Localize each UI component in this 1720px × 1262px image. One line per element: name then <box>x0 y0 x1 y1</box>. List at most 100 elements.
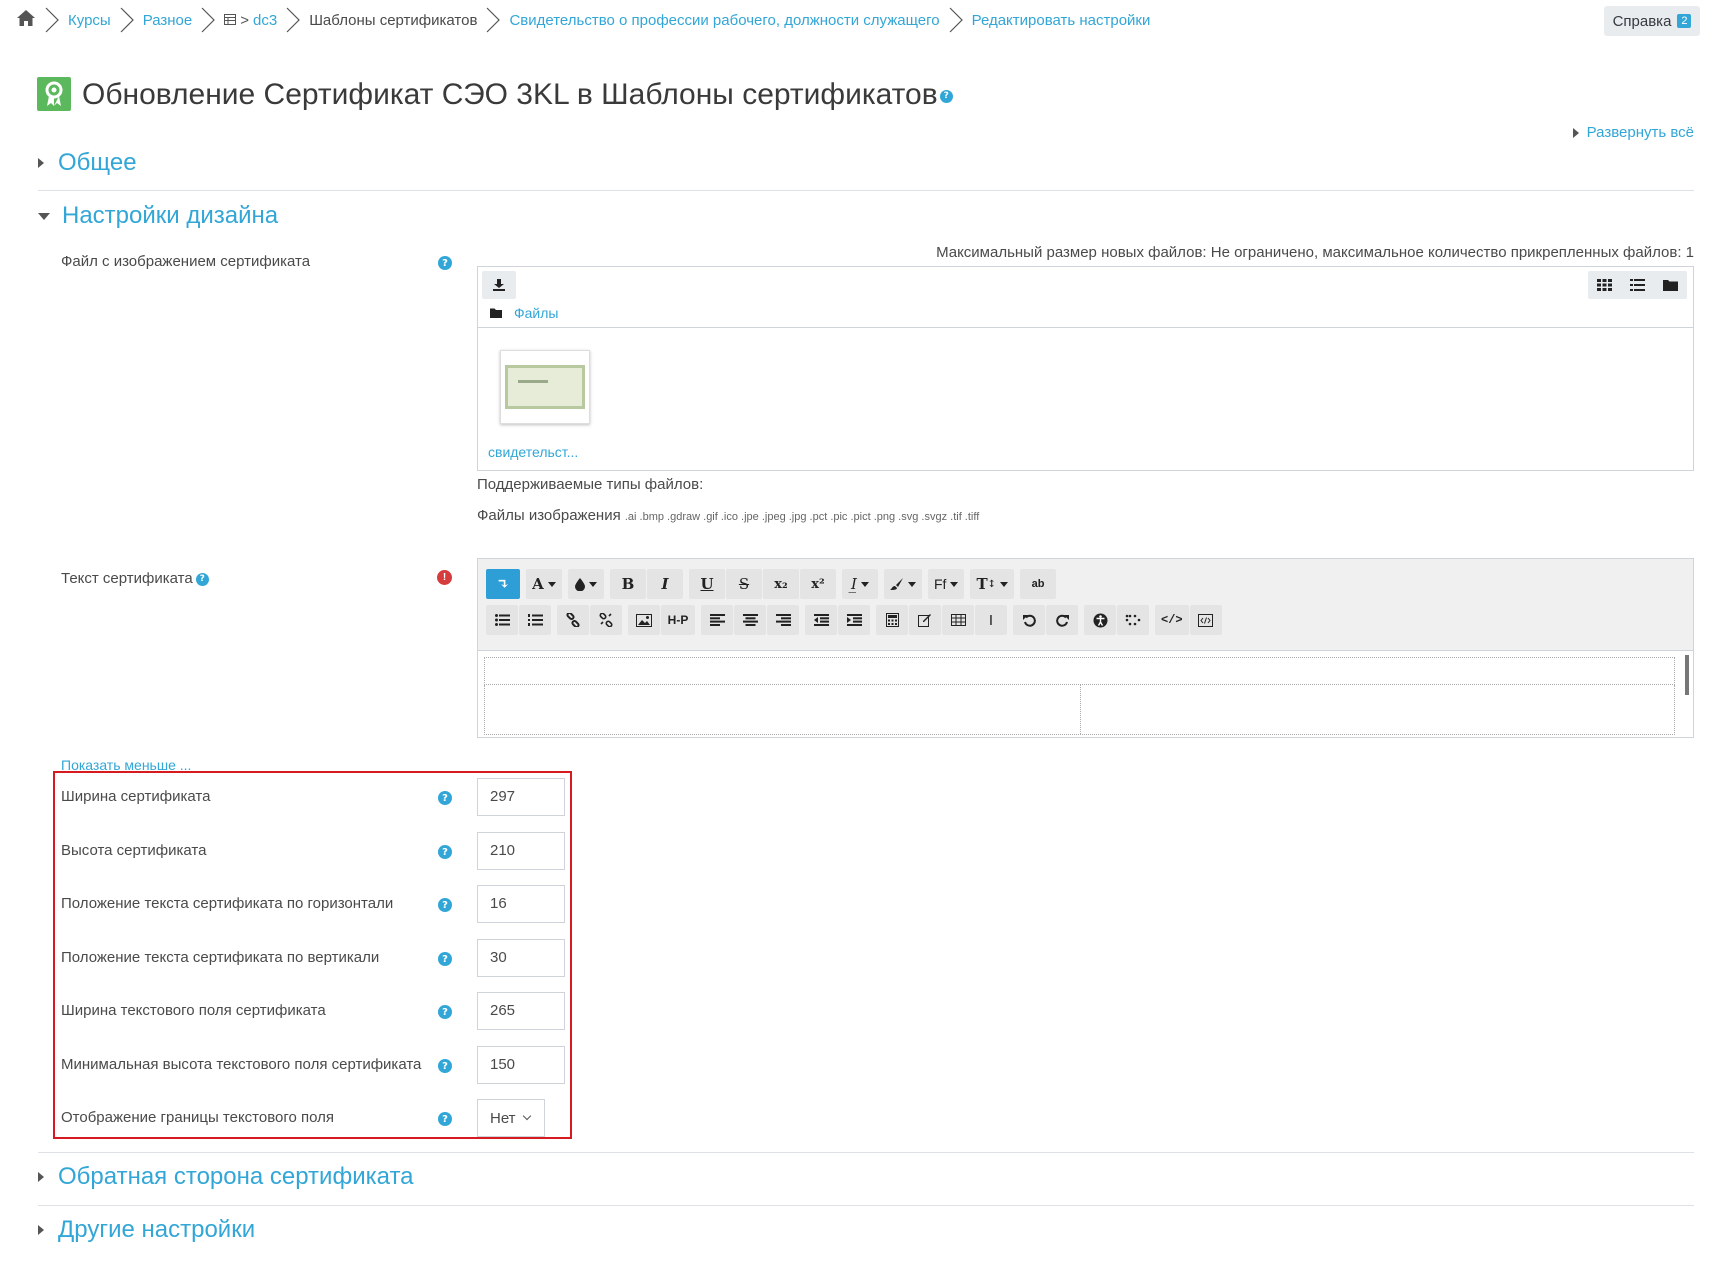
help-icon[interactable]: ? <box>195 572 209 586</box>
subscript-button[interactable]: x₂ <box>763 569 799 599</box>
underline-button[interactable]: U <box>689 569 725 599</box>
files-path-link[interactable]: Файлы <box>514 305 558 321</box>
text-y-input[interactable]: 30 <box>477 939 565 977</box>
breadcrumb-item-certificate[interactable]: Свидетельство о профессии рабочего, долж… <box>509 12 939 29</box>
filemanager-area[interactable]: свидетельст... <box>477 327 1694 471</box>
cert-height-input[interactable]: 210 <box>477 832 565 870</box>
bulleted-list-icon <box>494 614 510 626</box>
spellcheck-button[interactable]: ab <box>1020 569 1057 599</box>
section-design-title: Настройки дизайна <box>62 202 279 229</box>
outdent-icon <box>813 614 829 626</box>
certificate-icon <box>37 77 71 111</box>
view-switcher <box>1588 271 1687 299</box>
divider <box>38 190 1694 191</box>
file-field-label: Файл с изображением сертификата <box>61 253 311 270</box>
editor-table-row <box>484 685 1675 735</box>
help-icon[interactable]: ? <box>438 791 452 805</box>
bold-button[interactable]: B <box>610 569 646 599</box>
section-back[interactable]: Обратная сторона сертификата <box>38 1163 414 1191</box>
font-family-button[interactable]: Ff <box>928 569 965 599</box>
font-size-button[interactable]: T ↕ <box>970 569 1015 599</box>
editor-table-row <box>484 657 1675 685</box>
background-color-button[interactable] <box>568 569 604 599</box>
h5p-button[interactable]: H-P <box>661 605 695 635</box>
help-icon[interactable]: ? <box>438 1112 452 1126</box>
braille-button[interactable] <box>1117 605 1149 635</box>
bulleted-list-button[interactable] <box>486 605 518 635</box>
clear-format-button[interactable]: I̲ <box>842 569 878 599</box>
align-center-button[interactable] <box>734 605 766 635</box>
indent-button[interactable] <box>838 605 870 635</box>
border-display-select[interactable]: Нет <box>477 1099 545 1137</box>
caret-right-icon <box>38 1225 44 1235</box>
image-types-extensions: .ai .bmp .gdraw .gif .ico .jpe .jpeg .jp… <box>624 511 980 523</box>
text-min-height-input[interactable]: 150 <box>477 1046 565 1084</box>
undo-button[interactable] <box>1013 605 1045 635</box>
breadcrumb-item-courses[interactable]: Курсы <box>68 12 111 29</box>
help-icon[interactable]: ? <box>438 898 452 912</box>
help-icon[interactable]: ? <box>438 845 452 859</box>
edit-button[interactable] <box>909 605 941 635</box>
help-icon[interactable]: ? <box>438 952 452 966</box>
file-thumbnail[interactable] <box>500 350 590 424</box>
code-button[interactable] <box>1189 605 1222 635</box>
editor-scrollbar[interactable] <box>1685 655 1689 695</box>
breadcrumb-item-dc3[interactable]: dc3 <box>253 12 277 29</box>
text-x-input[interactable]: 16 <box>477 885 565 923</box>
help-icon[interactable]: ? <box>438 1059 452 1073</box>
chevron-right-icon <box>483 7 503 33</box>
section-general[interactable]: Общее <box>38 149 137 177</box>
folder-icon <box>490 308 502 318</box>
text-width-label: Ширина текстового поля сертификата <box>61 1002 326 1019</box>
equation-button[interactable] <box>876 605 908 635</box>
folder-view-icon[interactable] <box>1654 271 1687 299</box>
cert-width-input[interactable]: 297 <box>477 778 565 816</box>
download-button[interactable] <box>482 271 516 299</box>
caret-right-icon <box>38 1172 44 1182</box>
italic-button[interactable]: I <box>647 569 683 599</box>
calculator-icon <box>885 613 899 627</box>
toggle-toolbar-button[interactable]: ↴ <box>486 569 520 599</box>
help-icon[interactable]: ? <box>438 256 452 270</box>
expand-all-link[interactable]: Развернуть всё <box>1572 124 1694 141</box>
border-display-label: Отображение границы текстового поля <box>61 1109 335 1126</box>
font-color-button[interactable]: A <box>526 569 562 599</box>
undo-icon <box>1022 614 1036 627</box>
section-general-title: Общее <box>58 149 137 176</box>
text-width-input[interactable]: 265 <box>477 992 565 1030</box>
course-icon <box>224 12 237 29</box>
help-icon[interactable]: ? <box>939 89 953 103</box>
table-button[interactable] <box>942 605 974 635</box>
editor-content[interactable] <box>478 650 1693 737</box>
html-button[interactable]: </> <box>1155 605 1189 635</box>
help-icon[interactable]: ? <box>438 1005 452 1019</box>
image-button[interactable] <box>628 605 660 635</box>
expand-all-label: Развернуть всё <box>1586 124 1694 141</box>
superscript-button[interactable]: x² <box>800 569 836 599</box>
section-design[interactable]: Настройки дизайна <box>38 202 278 230</box>
home-icon[interactable] <box>16 9 36 31</box>
page-title: Обновление Сертификат СЭО 3KL в Шаблоны … <box>82 78 953 112</box>
strikethrough-button[interactable]: S <box>726 569 762 599</box>
image-icon <box>636 613 652 627</box>
cursor-button[interactable]: I <box>975 605 1007 635</box>
align-right-button[interactable] <box>767 605 799 635</box>
brush-button[interactable] <box>884 569 922 599</box>
breadcrumb-item-edit-settings[interactable]: Редактировать настройки <box>972 12 1151 29</box>
section-other[interactable]: Другие настройки <box>38 1216 255 1244</box>
grid-view-icon[interactable] <box>1588 271 1621 299</box>
redo-button[interactable] <box>1046 605 1078 635</box>
align-right-icon <box>775 614 791 626</box>
unlink-button[interactable] <box>590 605 622 635</box>
table-icon <box>950 614 966 626</box>
list-view-icon[interactable] <box>1621 271 1654 299</box>
file-name-link[interactable]: свидетельст... <box>488 444 578 460</box>
help-button[interactable]: Справка 2 <box>1604 6 1700 36</box>
outdent-button[interactable] <box>805 605 837 635</box>
align-left-button[interactable] <box>701 605 733 635</box>
link-button[interactable] <box>557 605 589 635</box>
numbered-list-button[interactable] <box>519 605 551 635</box>
breadcrumb-item-misc[interactable]: Разное <box>143 12 193 29</box>
supported-types-label: Поддерживаемые типы файлов: <box>477 476 704 493</box>
accessibility-button[interactable] <box>1084 605 1116 635</box>
